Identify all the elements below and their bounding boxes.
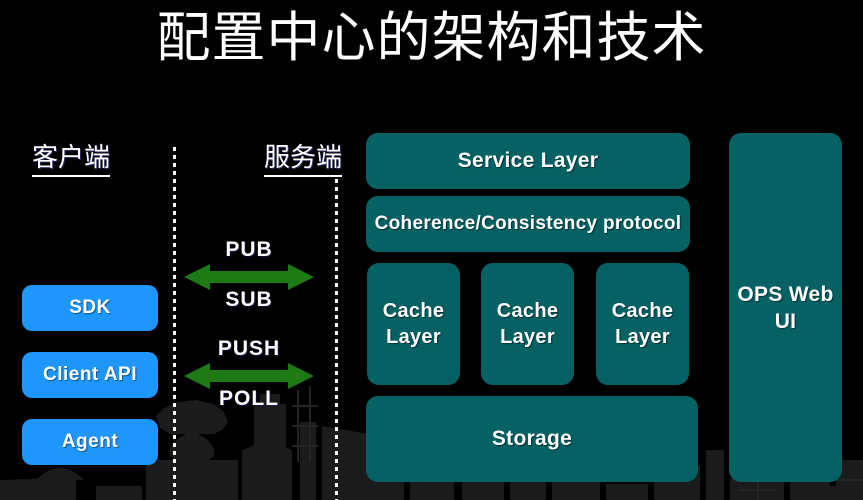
server-section-label: 服务端 xyxy=(264,143,343,177)
arrow-group-pub-sub: PUB SUB xyxy=(184,238,314,314)
client-box-agent[interactable]: Agent xyxy=(22,419,158,465)
server-box-storage[interactable]: Storage xyxy=(366,396,698,482)
double-arrow-icon xyxy=(184,264,314,290)
client-box-client-api[interactable]: Client API xyxy=(22,352,158,398)
ops-web-ui-panel[interactable]: OPS Web UI xyxy=(729,133,842,482)
server-box-service-layer[interactable]: Service Layer xyxy=(366,133,690,189)
divider-server-boundary xyxy=(335,179,338,500)
double-arrow-icon xyxy=(184,363,314,389)
arrow-label-pub: PUB xyxy=(225,238,273,261)
client-section-label: 客户端 xyxy=(32,143,111,177)
arrow-label-push: PUSH xyxy=(217,337,281,360)
server-box-cache-layer-1[interactable]: Cache Layer xyxy=(367,263,460,385)
server-box-coherence-protocol[interactable]: Coherence/Consistency protocol xyxy=(366,196,690,252)
client-box-sdk[interactable]: SDK xyxy=(22,285,158,331)
arrow-label-poll: POLL xyxy=(219,387,279,410)
server-box-cache-layer-3[interactable]: Cache Layer xyxy=(596,263,689,385)
arrow-label-sub: SUB xyxy=(225,288,273,311)
page-title: 配置中心的架构和技术 xyxy=(156,6,707,69)
divider-client-boundary xyxy=(173,147,176,500)
slide-canvas: 配置中心的架构和技术 客户端 服务端 SDK Client API Agent … xyxy=(0,0,863,500)
server-box-cache-layer-2[interactable]: Cache Layer xyxy=(481,263,574,385)
arrow-group-push-poll: PUSH POLL xyxy=(184,337,314,413)
